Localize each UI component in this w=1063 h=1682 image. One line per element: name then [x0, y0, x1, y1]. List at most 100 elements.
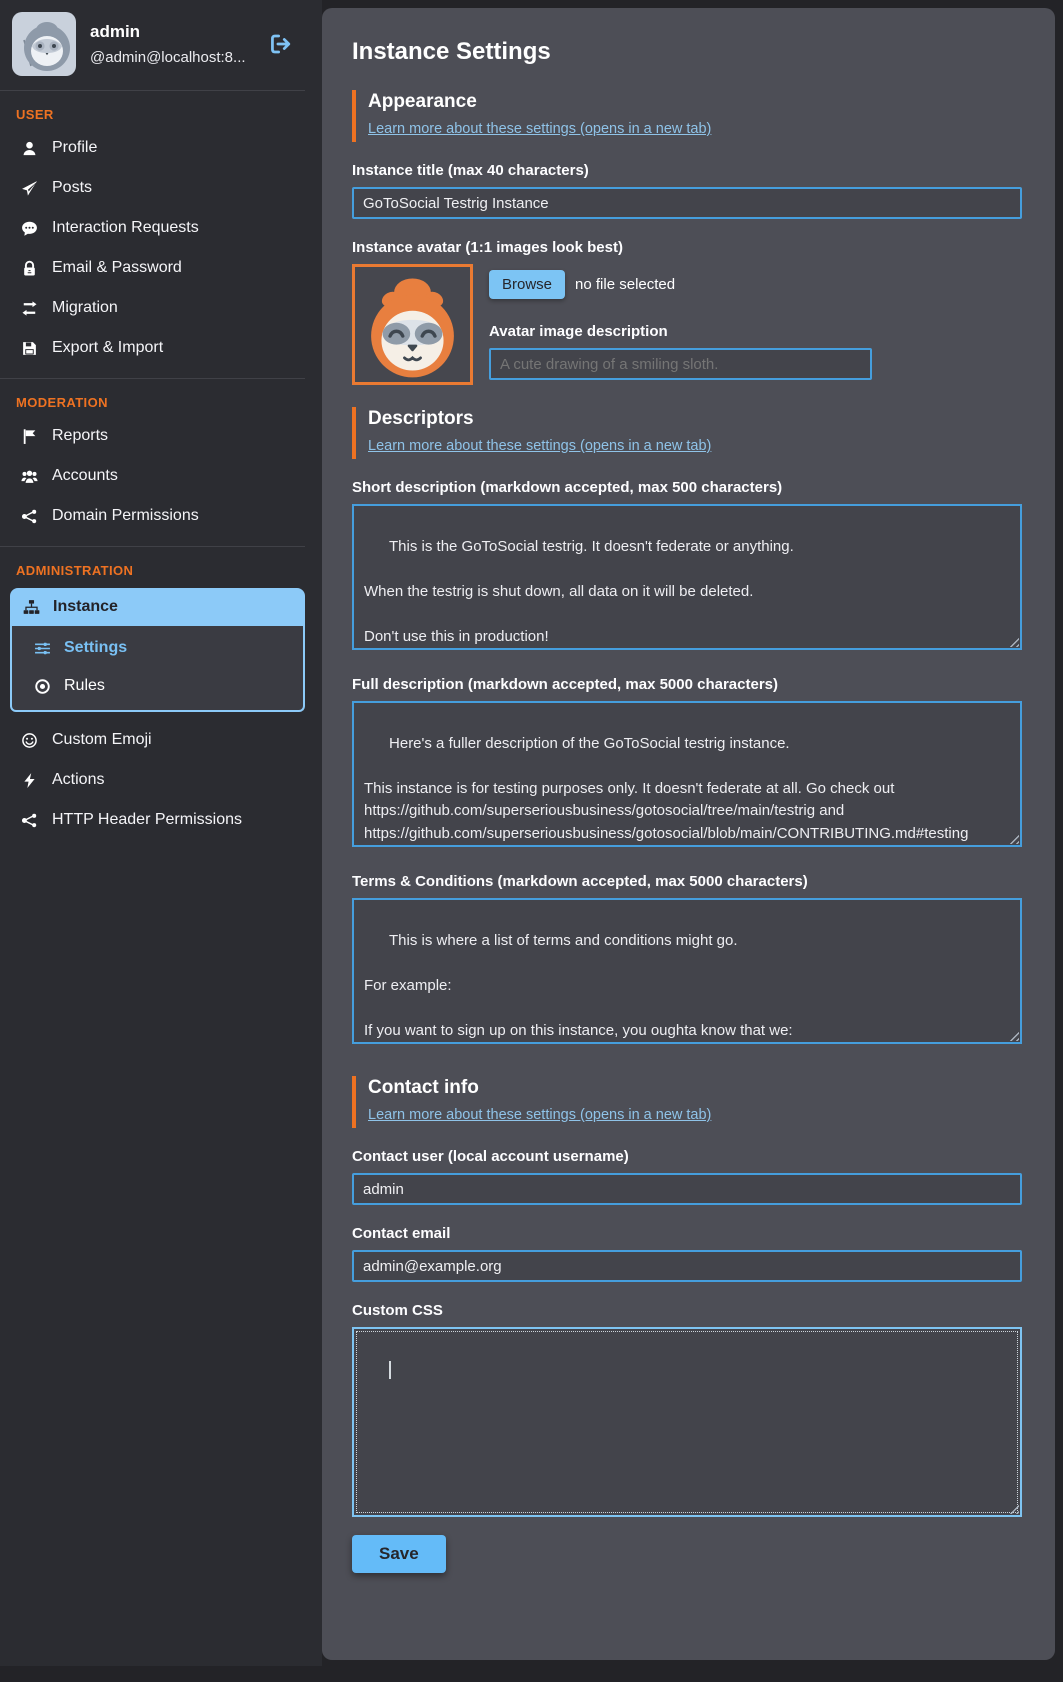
- appearance-heading: Appearance: [368, 91, 1025, 113]
- browse-button[interactable]: Browse: [489, 270, 565, 299]
- transfer-arrows-icon: [21, 300, 38, 317]
- instance-group: Instance Settings Rules: [10, 588, 305, 712]
- terms-textarea[interactable]: This is where a list of terms and condit…: [352, 898, 1022, 1044]
- users-icon: [21, 468, 38, 485]
- sidebar-item-label: Rules: [64, 677, 105, 695]
- full-description-field: Full description (markdown accepted, max…: [352, 676, 1025, 847]
- short-description-field: Short description (markdown accepted, ma…: [352, 479, 1025, 650]
- contact-info-learn-more-link[interactable]: Learn more about these settings (opens i…: [368, 1107, 711, 1123]
- sidebar-item-label: Instance: [53, 598, 118, 616]
- short-description-textarea[interactable]: This is the GoToSocial testrig. It doesn…: [352, 504, 1022, 650]
- full-description-label: Full description (markdown accepted, max…: [352, 676, 1025, 693]
- instance-title-field: Instance title (max 40 characters): [352, 162, 1025, 219]
- instance-title-input[interactable]: [352, 187, 1022, 219]
- short-description-label: Short description (markdown accepted, ma…: [352, 479, 1025, 496]
- sidebar-item-label: Domain Permissions: [52, 507, 199, 525]
- sidebar: admin @admin@localhost:8... USER Profile…: [0, 0, 322, 1666]
- lock-icon: [21, 260, 38, 277]
- user-icon: [21, 140, 38, 157]
- comment-dots-icon: [21, 220, 38, 237]
- page-title: Instance Settings: [352, 38, 1025, 66]
- logout-icon[interactable]: [269, 33, 291, 55]
- smiley-icon: [21, 732, 38, 749]
- avatar-description-input[interactable]: [489, 348, 872, 380]
- sidebar-item-custom-emoji[interactable]: Custom Emoji: [0, 720, 305, 760]
- contact-info-section-header: Contact info Learn more about these sett…: [352, 1076, 1025, 1128]
- share-nodes-icon: [21, 812, 38, 829]
- sidebar-item-label: Profile: [52, 139, 97, 157]
- user-name: admin: [90, 22, 246, 42]
- sidebar-section-administration: ADMINISTRATION Instance Settings Rules: [0, 546, 305, 850]
- user-handle: @admin@localhost:8...: [90, 49, 246, 66]
- instance-submenu: Settings Rules: [10, 626, 305, 712]
- sidebar-item-accounts[interactable]: Accounts: [0, 456, 305, 496]
- sidebar-item-label: HTTP Header Permissions: [52, 811, 242, 829]
- descriptors-learn-more-link[interactable]: Learn more about these settings (opens i…: [368, 438, 711, 454]
- sidebar-item-label: Accounts: [52, 467, 118, 485]
- sidebar-item-export-import[interactable]: Export & Import: [0, 328, 305, 368]
- sidebar-item-label: Settings: [64, 639, 127, 657]
- sidebar-item-reports[interactable]: Reports: [0, 416, 305, 456]
- instance-avatar-field: Instance avatar (1:1 images look best): [352, 239, 1025, 385]
- text-cursor: [389, 1361, 391, 1379]
- contact-email-input[interactable]: [352, 1250, 1022, 1282]
- sidebar-item-label: Custom Emoji: [52, 731, 152, 749]
- sidebar-item-label: Export & Import: [52, 339, 163, 357]
- sidebar-item-migration[interactable]: Migration: [0, 288, 305, 328]
- sidebar-item-label: Posts: [52, 179, 92, 197]
- paper-plane-icon: [21, 180, 38, 197]
- resize-handle[interactable]: [1007, 635, 1019, 647]
- sidebar-item-http-header-permissions[interactable]: HTTP Header Permissions: [0, 800, 305, 840]
- sidebar-item-instance[interactable]: Instance: [10, 588, 305, 626]
- custom-css-field: Custom CSS: [352, 1302, 1025, 1517]
- user-avatar: [12, 12, 76, 76]
- avatar-description-label: Avatar image description: [489, 323, 872, 340]
- custom-css-textarea[interactable]: [352, 1327, 1022, 1517]
- instance-settings-panel: Instance Settings Appearance Learn more …: [322, 8, 1055, 1660]
- instance-title-label: Instance title (max 40 characters): [352, 162, 1025, 179]
- full-description-textarea[interactable]: Here's a fuller description of the GoToS…: [352, 701, 1022, 847]
- contact-user-field: Contact user (local account username): [352, 1148, 1025, 1205]
- section-header: MODERATION: [0, 383, 305, 416]
- section-header: USER: [0, 95, 305, 128]
- sidebar-item-profile[interactable]: Profile: [0, 128, 305, 168]
- circle-dot-icon: [34, 678, 51, 695]
- contact-info-heading: Contact info: [368, 1077, 1025, 1099]
- appearance-section-header: Appearance Learn more about these settin…: [352, 90, 1025, 142]
- full-description-text: Here's a fuller description of the GoToS…: [364, 735, 968, 842]
- terms-field: Terms & Conditions (markdown accepted, m…: [352, 873, 1025, 1044]
- sidebar-item-label: Email & Password: [52, 259, 182, 277]
- resize-handle[interactable]: [1007, 1502, 1019, 1514]
- floppy-disk-icon: [21, 340, 38, 357]
- sidebar-item-interaction-requests[interactable]: Interaction Requests: [0, 208, 305, 248]
- sidebar-item-email-password[interactable]: Email & Password: [0, 248, 305, 288]
- sidebar-item-label: Interaction Requests: [52, 219, 199, 237]
- sidebar-item-rules[interactable]: Rules: [12, 667, 303, 705]
- sidebar-item-label: Reports: [52, 427, 108, 445]
- terms-label: Terms & Conditions (markdown accepted, m…: [352, 873, 1025, 890]
- terms-text: This is where a list of terms and condit…: [364, 932, 793, 1039]
- section-header: ADMINISTRATION: [0, 551, 305, 584]
- flag-icon: [21, 428, 38, 445]
- short-description-text: This is the GoToSocial testrig. It doesn…: [364, 538, 794, 645]
- save-button[interactable]: Save: [352, 1535, 446, 1573]
- resize-handle[interactable]: [1007, 1029, 1019, 1041]
- contact-user-label: Contact user (local account username): [352, 1148, 1025, 1165]
- sidebar-item-posts[interactable]: Posts: [0, 168, 305, 208]
- file-status-text: no file selected: [575, 276, 675, 293]
- sidebar-section-user: USER Profile Posts Interaction Requests …: [0, 90, 305, 378]
- sidebar-item-settings[interactable]: Settings: [12, 629, 303, 667]
- sidebar-item-label: Migration: [52, 299, 118, 317]
- sidebar-item-actions[interactable]: Actions: [0, 760, 305, 800]
- sidebar-section-moderation: MODERATION Reports Accounts Domain Permi…: [0, 378, 305, 546]
- user-card[interactable]: admin @admin@localhost:8...: [0, 0, 305, 90]
- resize-handle[interactable]: [1007, 832, 1019, 844]
- sidebar-item-label: Actions: [52, 771, 104, 789]
- contact-user-input[interactable]: [352, 1173, 1022, 1205]
- instance-avatar-label: Instance avatar (1:1 images look best): [352, 239, 1025, 256]
- bolt-icon: [21, 772, 38, 789]
- descriptors-heading: Descriptors: [368, 408, 1025, 430]
- sidebar-item-domain-permissions[interactable]: Domain Permissions: [0, 496, 305, 536]
- appearance-learn-more-link[interactable]: Learn more about these settings (opens i…: [368, 121, 711, 137]
- sliders-icon: [34, 640, 51, 657]
